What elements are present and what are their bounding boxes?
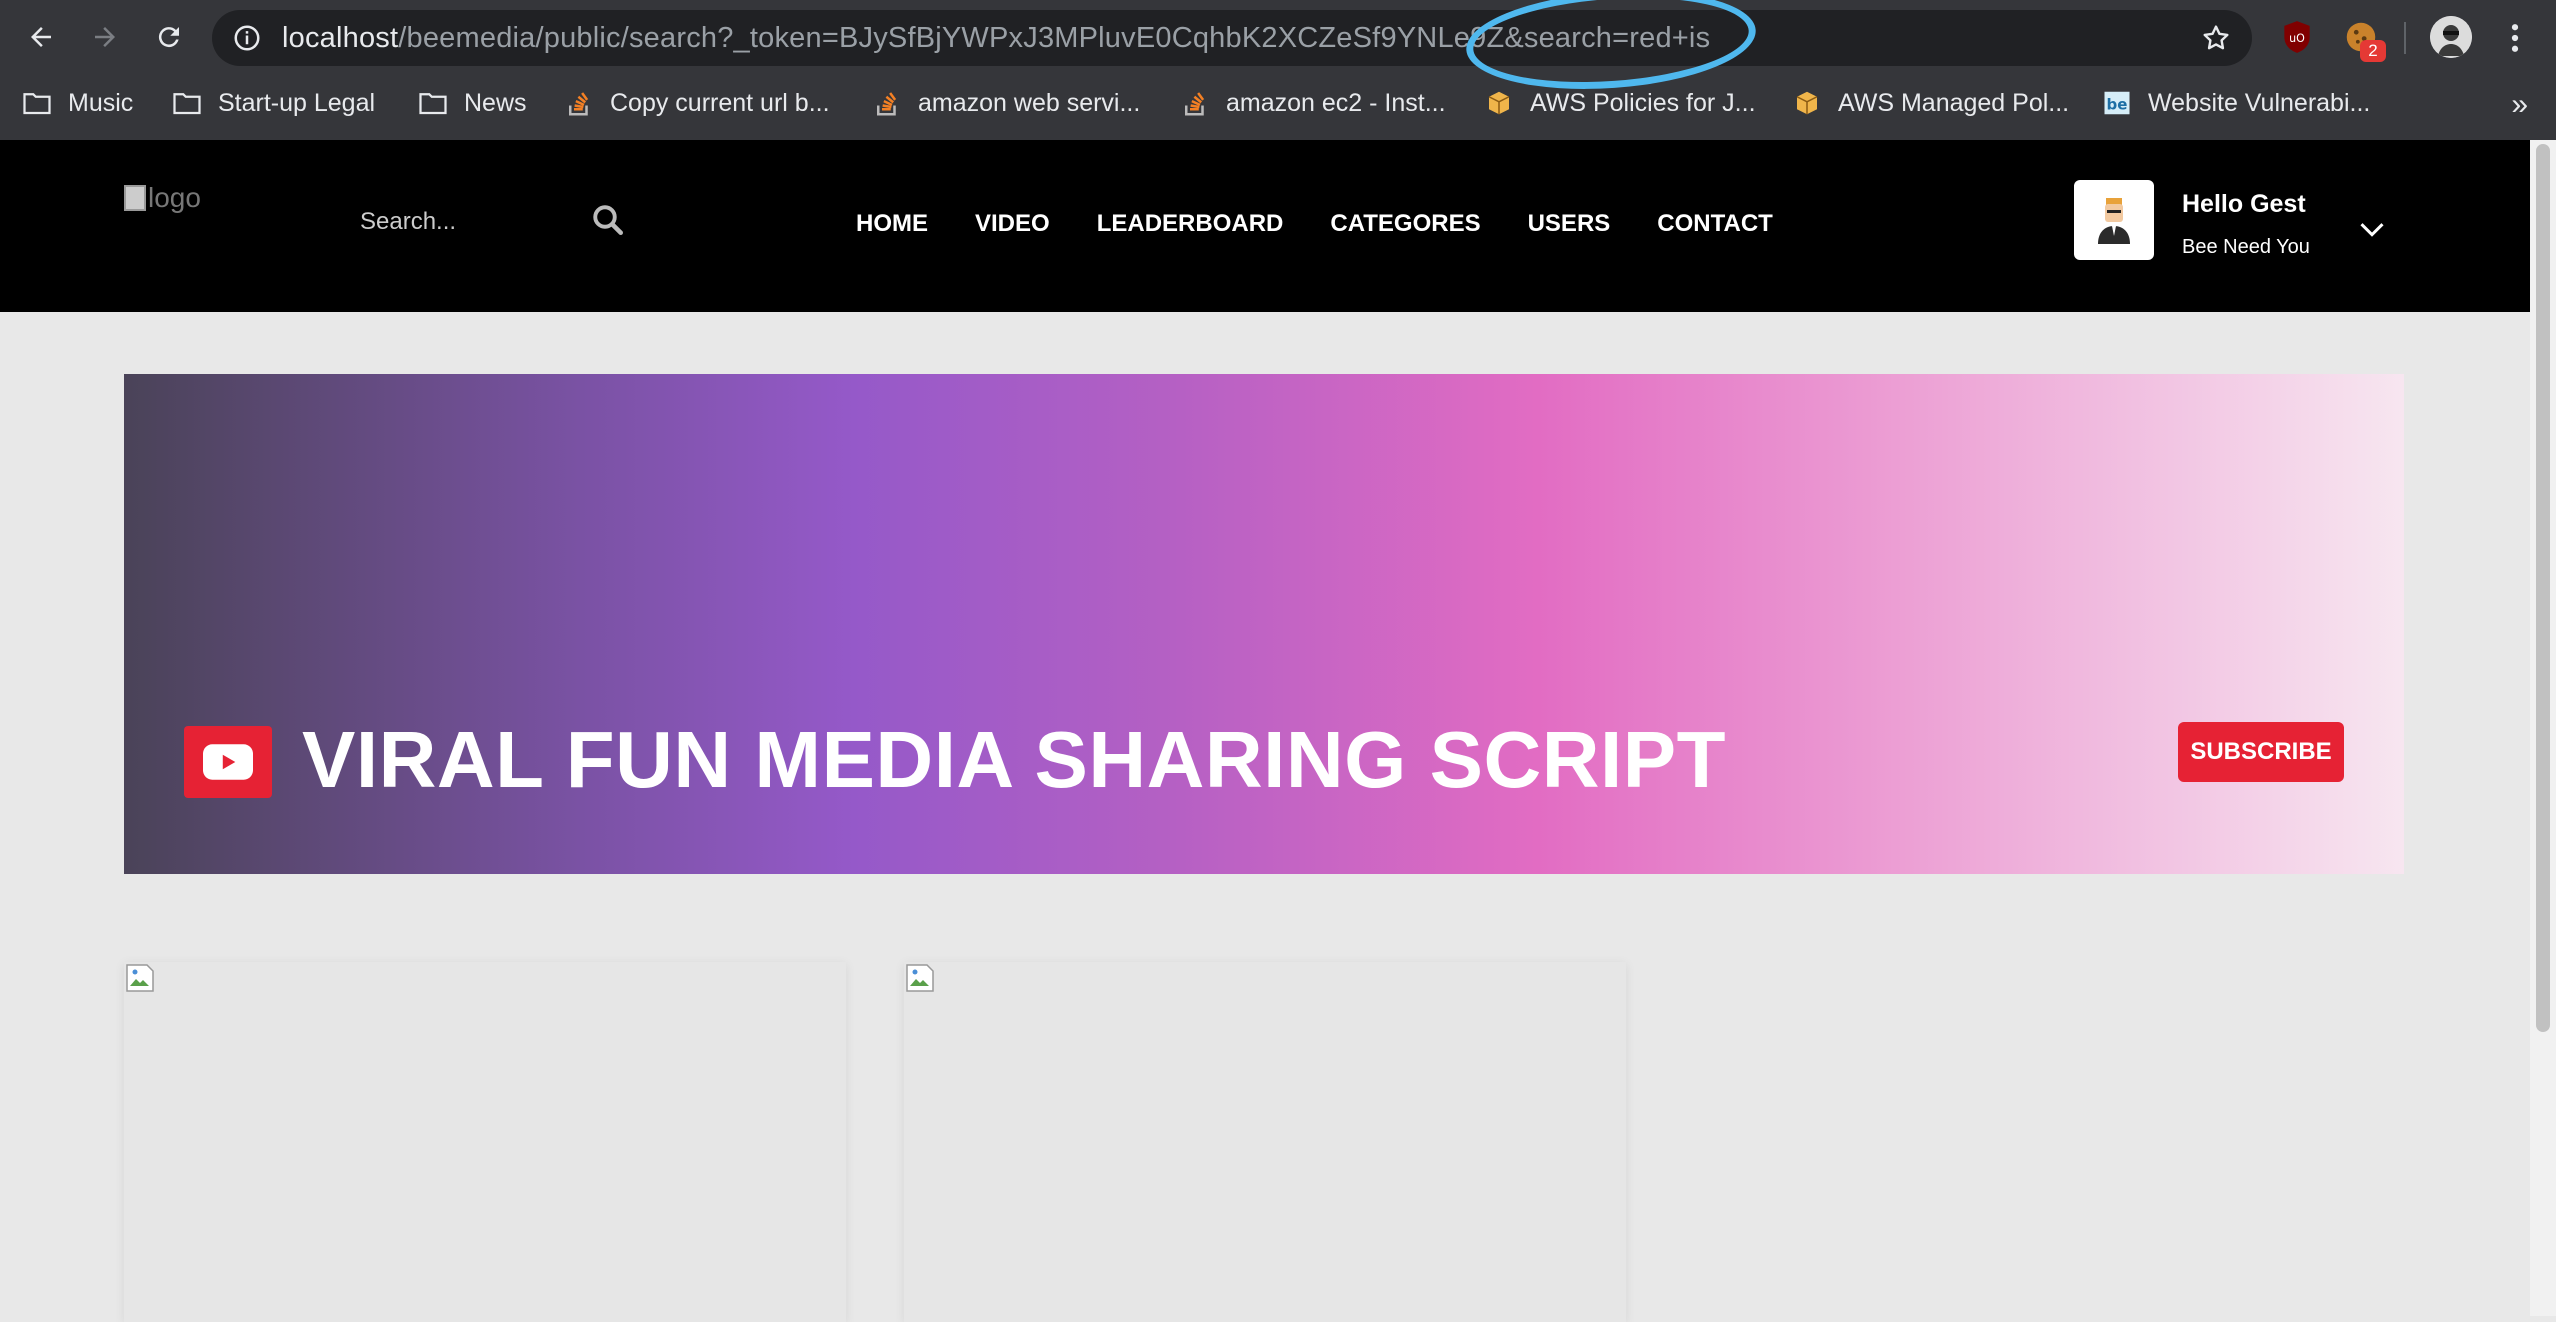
broken-image-icon (124, 185, 146, 211)
forward-button[interactable] (82, 14, 128, 60)
reload-button[interactable] (146, 14, 192, 60)
menu-users[interactable]: USERS (1528, 210, 1611, 238)
user-greeting[interactable]: Hello Gest (2182, 190, 2306, 219)
main-menu: HOME VIDEO LEADERBOARD CATEGORES USERS C… (856, 210, 1820, 238)
folder-icon (173, 93, 201, 115)
arrow-right-icon (95, 27, 115, 47)
arrow-left-icon (31, 27, 51, 47)
bookmarks-bar: Music Start-up Legal News Copy current u… (0, 78, 2556, 128)
menu-contact[interactable]: CONTACT (1657, 210, 1773, 238)
site-logo[interactable]: logo (124, 182, 201, 214)
bookmark-item[interactable]: Music (22, 86, 133, 120)
profile-icon (2430, 16, 2472, 58)
user-subtitle: Bee Need You (2182, 236, 2310, 258)
browser-menu-icon[interactable] (2500, 20, 2530, 56)
bookmark-label: Copy current url b... (610, 88, 830, 117)
reload-icon (158, 27, 179, 48)
stackoverflow-icon (569, 92, 589, 116)
info-icon[interactable] (232, 23, 262, 53)
stackoverflow-icon (877, 92, 897, 116)
video-card[interactable] (124, 962, 846, 1322)
behance-icon: be (2104, 91, 2130, 115)
bookmark-item[interactable]: AWS Policies for J... (1484, 86, 1756, 120)
bookmarks-overflow-button[interactable]: » (2511, 88, 2528, 122)
svg-text:uO: uO (2289, 32, 2305, 45)
aws-icon (1796, 91, 1818, 115)
bookmark-label: AWS Managed Pol... (1838, 88, 2070, 117)
play-icon (203, 744, 253, 780)
bookmark-label: AWS Policies for J... (1530, 88, 1756, 117)
broken-image-icon (906, 964, 934, 992)
user-avatar-icon (2098, 198, 2130, 244)
bookmark-label: Start-up Legal (218, 88, 376, 117)
bookmark-item[interactable]: News (418, 86, 527, 120)
menu-leaderboard[interactable]: LEADERBOARD (1097, 210, 1284, 238)
folder-icon (419, 93, 447, 115)
menu-categories[interactable]: CATEGORES (1330, 210, 1480, 238)
bookmark-item[interactable]: amazon web servi... (872, 86, 1140, 120)
back-button[interactable] (18, 14, 64, 60)
svg-text:be: be (2107, 95, 2128, 113)
bookmark-label: Website Vulnerabi... (2148, 88, 2371, 117)
bookmark-item[interactable]: AWS Managed Pol... (1792, 86, 2069, 120)
bookmark-label: News (464, 88, 527, 117)
menu-home[interactable]: HOME (856, 210, 928, 238)
browser-toolbar: localhost/beemedia/public/search?_token=… (0, 0, 2556, 98)
extension-badge: 2 (2360, 40, 2386, 62)
browser-chrome: localhost/beemedia/public/search?_token=… (0, 0, 2556, 140)
site-header: logo HOME VIDEO LEADERBOARD CATEGORES US… (0, 140, 2530, 312)
channel-banner: VIRAL FUN MEDIA SHARING SCRIPT SUBSCRIBE (124, 374, 2404, 874)
bookmark-item[interactable]: Copy current url b... (564, 86, 830, 120)
youtube-icon (184, 726, 272, 798)
page-scrollbar[interactable] (2530, 140, 2556, 1316)
search-icon[interactable] (590, 202, 626, 238)
scrollbar-thumb[interactable] (2536, 144, 2550, 1032)
stackoverflow-icon (1185, 92, 1205, 116)
address-bar[interactable]: localhost/beemedia/public/search?_token=… (212, 10, 2252, 66)
subscribe-button[interactable]: SUBSCRIBE (2178, 722, 2344, 782)
bookmark-item[interactable]: be Website Vulnerabi... (2102, 86, 2370, 120)
banner-title: VIRAL FUN MEDIA SHARING SCRIPT (302, 715, 1726, 804)
bookmark-label: amazon ec2 - Inst... (1226, 88, 1446, 117)
profile-avatar[interactable] (2430, 16, 2472, 58)
broken-image-icon (126, 964, 154, 992)
folder-icon (23, 93, 51, 115)
ublock-extension-icon[interactable]: uO (2278, 18, 2316, 56)
logo-alt-text: logo (148, 182, 201, 213)
bookmark-item[interactable]: amazon ec2 - Inst... (1180, 86, 1446, 120)
user-avatar[interactable] (2074, 180, 2154, 260)
bookmark-label: Music (68, 88, 134, 117)
bookmark-item[interactable]: Start-up Legal (172, 86, 375, 120)
menu-video[interactable]: VIDEO (975, 210, 1050, 238)
bookmark-star-icon[interactable] (2200, 22, 2232, 54)
bookmark-label: amazon web servi... (918, 88, 1141, 117)
video-card[interactable] (904, 962, 1626, 1322)
aws-icon (1488, 91, 1510, 115)
url-host: localhost (282, 22, 399, 54)
chevron-down-icon[interactable] (2358, 220, 2386, 240)
toolbar-divider (2404, 22, 2406, 54)
